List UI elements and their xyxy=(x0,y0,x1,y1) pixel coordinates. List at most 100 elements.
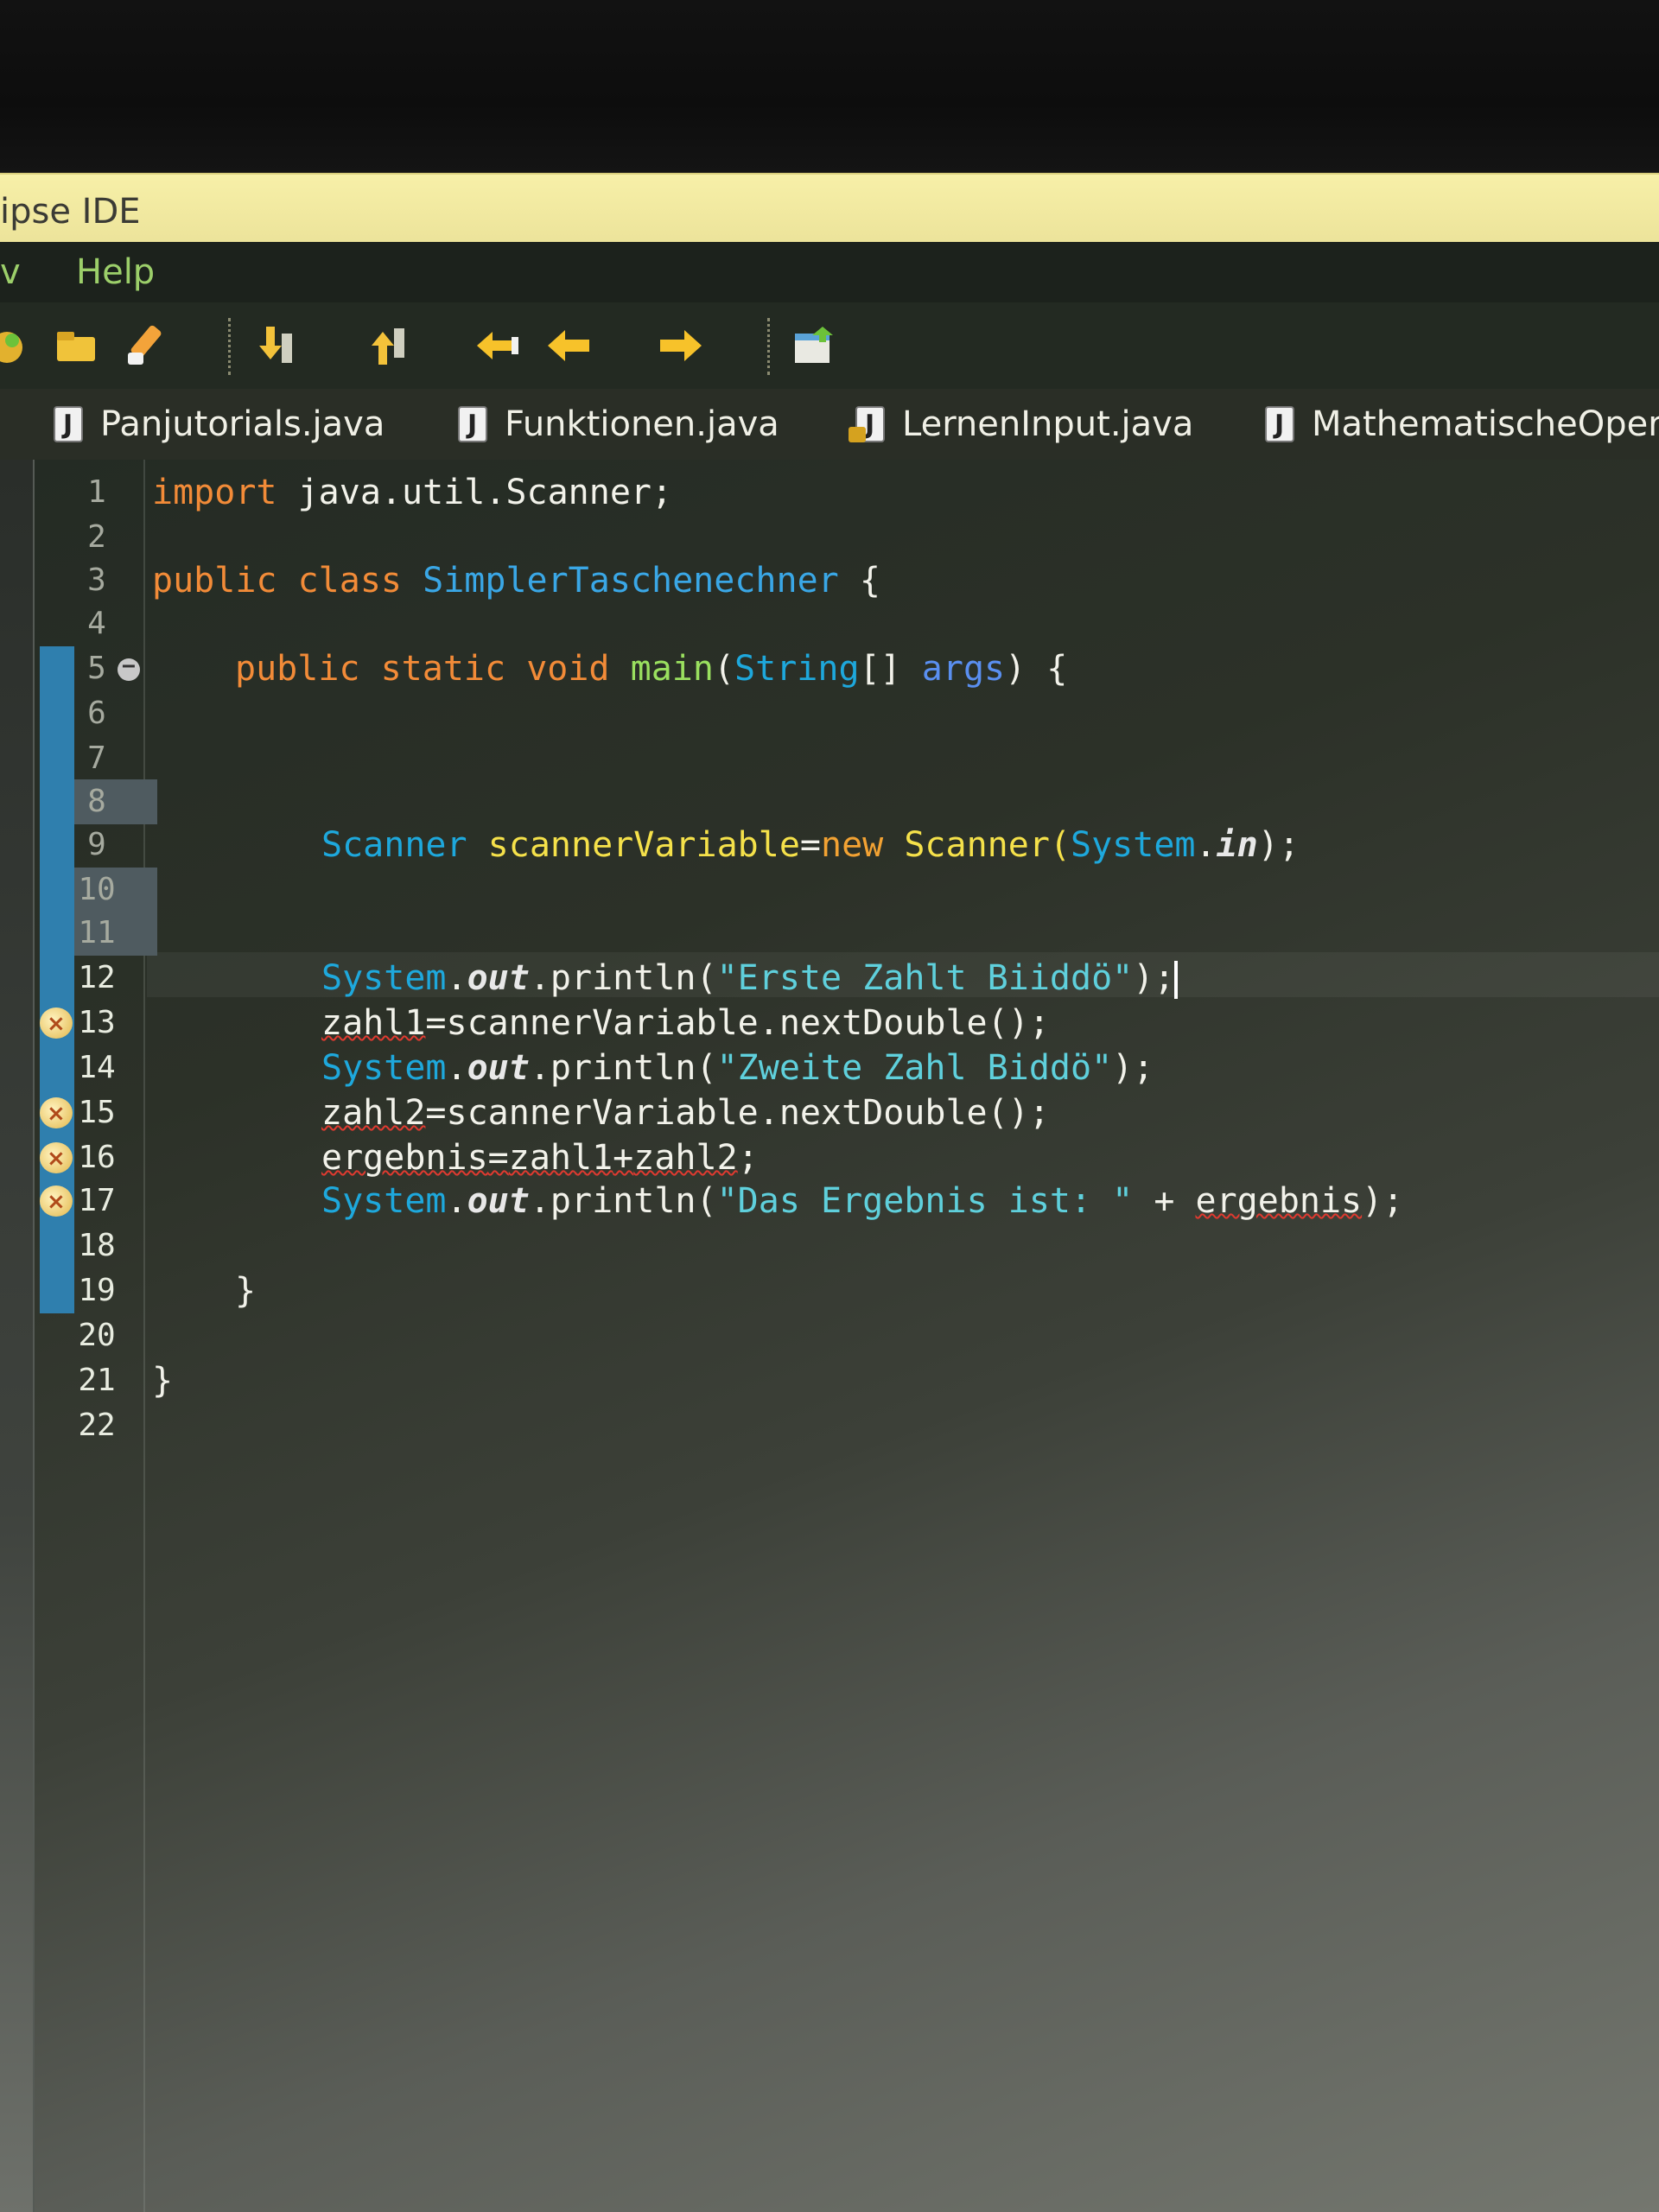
menu-item-window[interactable]: v xyxy=(0,252,21,292)
code-line: 18 xyxy=(0,1224,1659,1268)
line-number: 21 xyxy=(78,1363,116,1398)
line-number: 4 xyxy=(87,606,106,641)
code-text[interactable]: public static void main(String[] args) { xyxy=(235,646,1067,691)
new-icon[interactable] xyxy=(0,321,31,370)
code-line: 10 xyxy=(0,868,1659,912)
code-text[interactable]: public class SimplerTaschenechner { xyxy=(152,558,880,603)
code-line: 9 Scanner scannerVariable=new Scanner(Sy… xyxy=(0,823,1659,868)
fold-toggle-icon[interactable] xyxy=(118,653,140,681)
line-number: 12 xyxy=(78,960,116,995)
toolbar-separator xyxy=(767,318,770,375)
change-marker xyxy=(40,1224,74,1268)
line-number: 22 xyxy=(78,1408,116,1443)
code-line: 14 System.out.println("Zweite Zahl Biddö… xyxy=(0,1046,1659,1090)
code-line: 19 } xyxy=(0,1268,1659,1313)
line-number: 17 xyxy=(78,1183,116,1218)
line-number: 1 xyxy=(87,474,106,510)
monitor-bezel xyxy=(0,0,1659,173)
change-marker xyxy=(40,1268,74,1313)
line-number: 2 xyxy=(87,519,106,555)
line-number: 7 xyxy=(87,741,106,776)
tab-mathematischeoperat[interactable]: MathematischeOperat xyxy=(1265,401,1659,449)
change-marker xyxy=(40,691,74,736)
line-number: 14 xyxy=(78,1050,116,1085)
code-line: 22 xyxy=(0,1403,1659,1448)
tab-label: Funktionen.java xyxy=(505,404,779,444)
error-marker-icon[interactable] xyxy=(40,1185,73,1217)
text-caret xyxy=(1174,961,1179,999)
java-file-icon xyxy=(54,406,83,442)
back-to-edit-icon[interactable] xyxy=(474,321,522,370)
window-titlebar[interactable]: ipse IDE xyxy=(0,173,1659,244)
code-text[interactable]: Scanner scannerVariable=new Scanner(Syst… xyxy=(321,823,1300,868)
change-marker xyxy=(40,868,74,912)
code-text[interactable]: } xyxy=(152,1358,173,1403)
code-line: 20 xyxy=(0,1313,1659,1358)
line-number: 9 xyxy=(87,827,106,862)
code-line: 11 xyxy=(0,911,1659,956)
tab-funktionen[interactable]: Funktionen.java xyxy=(458,401,786,449)
line-number: 18 xyxy=(78,1228,116,1263)
code-editor[interactable]: 1 import java.util.Scanner; 2 3 public c… xyxy=(0,460,1659,2212)
tab-label: LernenInput.java xyxy=(902,404,1194,444)
line-number: 15 xyxy=(78,1095,116,1130)
java-file-icon xyxy=(458,406,487,442)
code-line: 5 public static void main(String[] args)… xyxy=(0,646,1659,691)
tab-label: Panjutorials.java xyxy=(100,404,385,444)
code-text[interactable]: zahl1=scannerVariable.nextDouble(); xyxy=(321,1001,1050,1046)
line-number: 8 xyxy=(87,784,106,819)
code-line: 21 } xyxy=(0,1358,1659,1403)
code-line: 13 zahl1=scannerVariable.nextDouble(); xyxy=(0,1001,1659,1046)
lock-icon xyxy=(849,427,866,442)
error-marker-icon[interactable] xyxy=(40,1142,73,1173)
error-marker-icon[interactable] xyxy=(40,1007,73,1039)
code-line: 3 public class SimplerTaschenechner { xyxy=(0,558,1659,603)
next-annotation-icon[interactable] xyxy=(251,321,299,370)
line-number: 5 xyxy=(87,651,106,686)
open-perspective-icon[interactable] xyxy=(790,321,838,370)
code-line: 6 xyxy=(0,691,1659,736)
open-icon[interactable] xyxy=(52,321,100,370)
code-line: 12 System.out.println("Erste Zahlt Biidd… xyxy=(0,956,1659,1001)
tab-lerneninput[interactable]: LernenInput.java xyxy=(849,401,1194,449)
code-line: 2 xyxy=(0,515,1659,560)
error-marker-icon[interactable] xyxy=(40,1097,73,1128)
line-number: 11 xyxy=(78,915,116,950)
change-marker xyxy=(40,779,74,824)
code-line: 1 import java.util.Scanner; xyxy=(0,470,1659,515)
menu-item-help[interactable]: Help xyxy=(76,252,155,292)
code-line: 4 xyxy=(0,601,1659,646)
toolbar xyxy=(0,302,1659,389)
line-number: 13 xyxy=(78,1005,116,1040)
line-number: 3 xyxy=(87,563,106,598)
forward-icon[interactable] xyxy=(657,321,705,370)
code-text[interactable]: System.out.println("Zweite Zahl Biddö"); xyxy=(321,1046,1154,1090)
line-number: 19 xyxy=(78,1273,116,1308)
change-marker xyxy=(40,823,74,868)
code-text[interactable]: System.out.println("Das Ergebnis ist: " … xyxy=(321,1179,1403,1224)
code-text[interactable]: zahl2=scannerVariable.nextDouble(); xyxy=(321,1090,1050,1135)
change-marker xyxy=(40,646,74,691)
clean-icon[interactable] xyxy=(121,321,169,370)
code-text[interactable]: System.out.println("Erste Zahlt Biiddö")… xyxy=(321,956,1179,1001)
previous-annotation-icon[interactable] xyxy=(363,321,411,370)
code-line: 17 System.out.println("Das Ergebnis ist:… xyxy=(0,1179,1659,1224)
line-number: 16 xyxy=(78,1140,116,1175)
change-marker xyxy=(40,956,74,1001)
menu-bar: v Help xyxy=(0,242,1659,302)
change-marker xyxy=(40,1046,74,1090)
window-title: ipse IDE xyxy=(0,192,141,232)
code-line: 15 zahl2=scannerVariable.nextDouble(); xyxy=(0,1090,1659,1135)
code-text[interactable]: } xyxy=(235,1268,256,1313)
line-number: 10 xyxy=(78,872,116,907)
code-line: 7 xyxy=(0,736,1659,781)
code-text[interactable]: import java.util.Scanner; xyxy=(152,470,672,515)
code-text[interactable]: ergebnis=zahl1+zahl2; xyxy=(321,1135,759,1180)
change-marker xyxy=(40,736,74,781)
tab-label: MathematischeOperat xyxy=(1312,404,1659,444)
back-icon[interactable] xyxy=(544,321,593,370)
tab-panjutorials[interactable]: Panjutorials.java xyxy=(54,401,385,449)
code-line: 8 xyxy=(0,779,1659,824)
toolbar-separator xyxy=(228,318,231,375)
line-number: 6 xyxy=(87,696,106,731)
